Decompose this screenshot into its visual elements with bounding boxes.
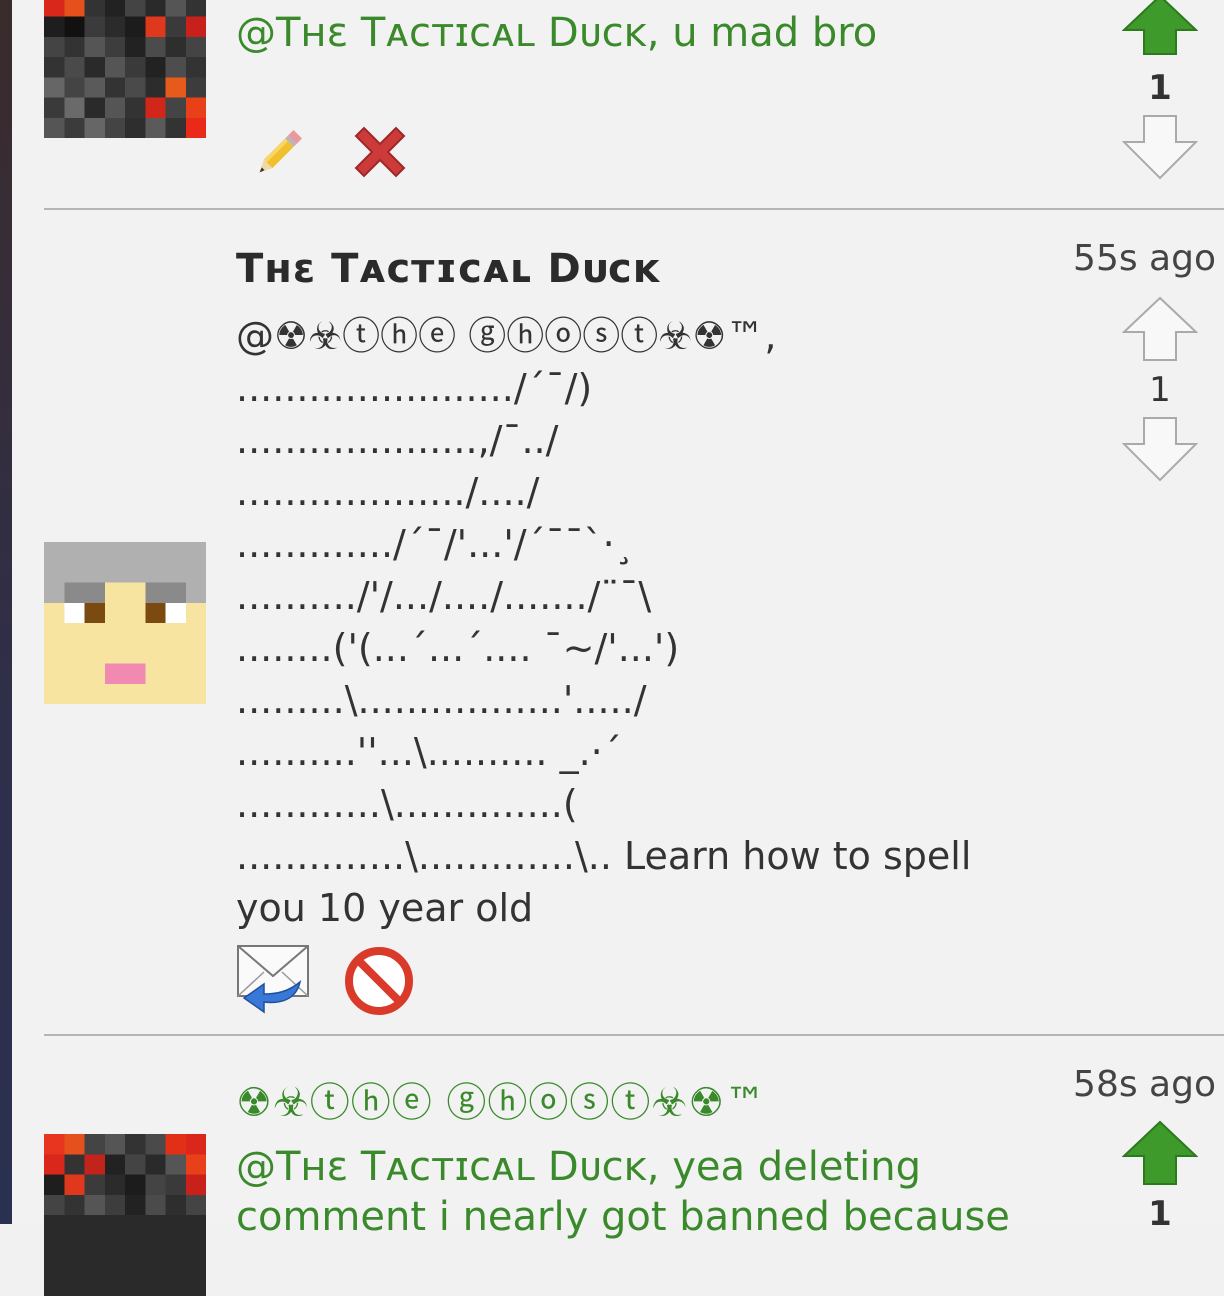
vote-widget: 1 bbox=[1120, 1120, 1200, 1240]
comment-author[interactable]: Tʜɛ Tᴀᴄᴛɪᴄᴀʟ Dᴜᴄᴋ bbox=[236, 246, 660, 292]
delete-button[interactable] bbox=[348, 120, 412, 184]
downvote-arrow-icon[interactable] bbox=[1122, 114, 1198, 182]
pencil-icon bbox=[259, 129, 303, 173]
vote-widget: 1 bbox=[1120, 0, 1200, 182]
avatar[interactable] bbox=[44, 1134, 206, 1296]
comment-item: @Tʜɛ Tᴀᴄᴛɪᴄᴀʟ Dᴜᴄᴋ, u mad bro 1 bbox=[12, 0, 1224, 210]
block-button[interactable] bbox=[344, 946, 414, 1016]
comment-item: ☢☣ⓣⓗⓔ ⓖⓗⓞⓢⓣ☣☢™ 58s ago @Tʜɛ Tᴀᴄᴛɪᴄᴀʟ Dᴜᴄ… bbox=[12, 1036, 1224, 1296]
vote-score: 1 bbox=[1148, 68, 1172, 108]
comment-text: @Tʜɛ Tᴀᴄᴛɪᴄᴀʟ Dᴜᴄᴋ, yea deleting comment… bbox=[236, 1144, 1010, 1240]
comment-text: @☢☣ⓣⓗⓔ ⓖⓗⓞⓢⓣ☣☢™, .......................… bbox=[236, 314, 972, 930]
comment-author[interactable]: ☢☣ⓣⓗⓔ ⓖⓗⓞⓢⓣ☣☢™ bbox=[236, 1070, 766, 1128]
downvote-arrow-icon[interactable] bbox=[1122, 416, 1198, 484]
edit-button[interactable] bbox=[248, 124, 308, 184]
comment-timestamp: 58s ago bbox=[1073, 1064, 1216, 1105]
comment-item: Tʜɛ Tᴀᴄᴛɪᴄᴀʟ Dᴜᴄᴋ 55s ago @☢☣ⓣⓗⓔ ⓖⓗⓞⓢⓣ☣☢… bbox=[12, 210, 1224, 1036]
reply-button[interactable] bbox=[236, 942, 312, 1016]
window-edge bbox=[0, 0, 12, 1224]
vote-score: 1 bbox=[1149, 370, 1171, 410]
vote-widget: 1 bbox=[1120, 296, 1200, 484]
comment-list: @Tʜɛ Tᴀᴄᴛɪᴄᴀʟ Dᴜᴄᴋ, u mad bro 1 Tʜɛ Tᴀᴄᴛ… bbox=[12, 0, 1224, 1296]
avatar[interactable] bbox=[44, 0, 206, 138]
comment-timestamp: 55s ago bbox=[1073, 238, 1216, 279]
vote-score: 1 bbox=[1148, 1194, 1172, 1234]
comment-text: @Tʜɛ Tᴀᴄᴛɪᴄᴀʟ Dᴜᴄᴋ, u mad bro bbox=[236, 10, 878, 56]
avatar[interactable] bbox=[44, 542, 206, 704]
reply-mail-icon bbox=[237, 945, 309, 1014]
upvote-arrow-icon[interactable] bbox=[1122, 1120, 1198, 1188]
block-icon bbox=[345, 947, 413, 1015]
delete-icon bbox=[354, 126, 406, 178]
upvote-arrow-icon[interactable] bbox=[1122, 0, 1198, 62]
upvote-arrow-icon[interactable] bbox=[1122, 296, 1198, 364]
